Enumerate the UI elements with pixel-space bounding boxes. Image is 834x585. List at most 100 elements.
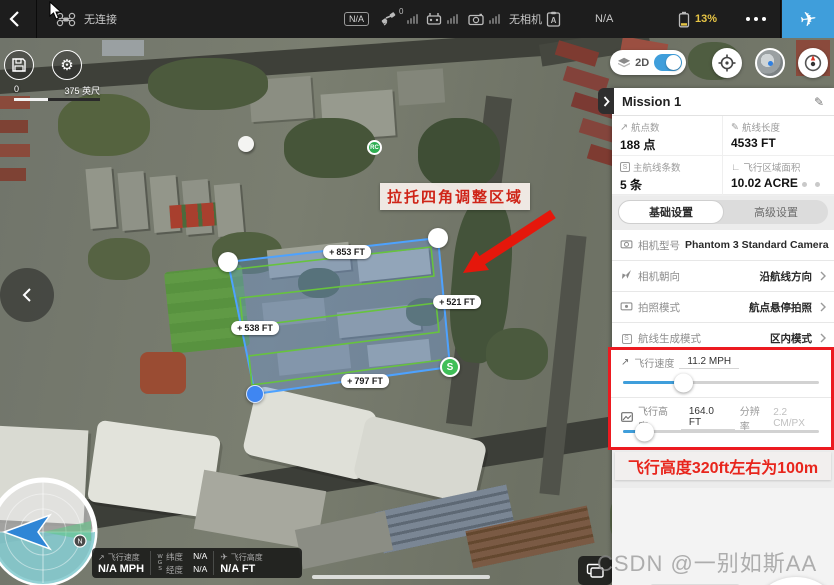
map-feature (0, 168, 26, 181)
locate-button[interactable] (712, 48, 742, 78)
row-camera-model[interactable]: 相机型号 Phantom 3 Standard Camera (612, 230, 834, 261)
map-feature (298, 268, 340, 298)
corner-handle-top-left[interactable] (218, 252, 238, 272)
mission-title: Mission 1 (622, 94, 814, 109)
altitude-slider[interactable] (623, 430, 819, 433)
speed-icon: ↗ (98, 553, 105, 562)
telemetry-bar: ↗飞行速度 N/A MPH WGS 纬度N/A 经度N/A ✈飞行高度 N/A … (92, 548, 302, 578)
mission-panel: Mission 1 ✎ ↗航点数 188 点 ✎航线长度 4533 FT S主航… (612, 88, 834, 585)
start-point-marker[interactable]: S (440, 357, 460, 377)
flight-altitude-row: 飞行高度 164.0 FT 分辨率 2.2 CM/PX (611, 398, 831, 446)
serpentine-icon: S (620, 162, 630, 172)
corner-handle-top-right[interactable] (428, 228, 448, 248)
row-camera-heading[interactable]: 相机朝向 沿航线方向 (612, 261, 834, 292)
telemetry-altitude: ✈飞行高度 N/A FT (214, 548, 269, 578)
resolution-label: 分辨率 (740, 403, 768, 433)
home-indicator[interactable] (312, 575, 490, 579)
corner-handle-bottom-left[interactable] (246, 385, 264, 403)
map-feature (85, 167, 116, 229)
rc-location-marker: RC (367, 140, 382, 155)
2d-label: 2D (635, 57, 649, 69)
chevron-left-icon (22, 287, 32, 303)
altitude-slider-thumb[interactable] (635, 422, 654, 441)
rc-signal (426, 0, 458, 38)
toggle-knob (666, 55, 681, 70)
annotation-hint: 拉托四角调整区域 (380, 183, 530, 210)
connection-status-label: 无连接 (84, 11, 117, 27)
flight-speed-row: ↗ 飞行速度 11.2 MPH (611, 350, 831, 398)
map-scale-bar: 0375 英尺 (14, 84, 100, 101)
map-feature (284, 118, 376, 178)
satellite-count: 0 (399, 7, 403, 16)
chevron-right-icon (603, 96, 610, 107)
edit-mission-button[interactable]: ✎ (814, 95, 824, 109)
stat-main-lines: S主航线条数 5 条 (612, 156, 723, 196)
chevron-left-icon (8, 10, 20, 28)
map-feature (102, 40, 144, 56)
remote-controller-icon (426, 12, 442, 26)
altitude-plane-icon: ✈ (220, 552, 228, 563)
map-feature (539, 235, 586, 496)
aircraft-connection-status: 无连接 (56, 0, 117, 38)
route-length-icon: ✎ (731, 122, 739, 133)
capture-mode-icon (620, 301, 633, 311)
heading-arrow-icon (621, 269, 632, 280)
map-feature (214, 183, 244, 237)
airplane-icon: ✈ (798, 5, 818, 32)
2d-toggle-switch[interactable] (654, 54, 682, 71)
map-feature (367, 339, 431, 367)
crosshair-icon (718, 54, 736, 72)
camera-status-label: 无相机 (509, 11, 542, 27)
area-icon: ∟ (731, 162, 740, 173)
minimap-button[interactable] (755, 48, 785, 78)
speed-slider-thumb[interactable] (674, 373, 693, 392)
back-button[interactable] (8, 0, 20, 38)
map-feature (418, 118, 500, 190)
satellite-icon (381, 11, 397, 27)
compass-button[interactable] (798, 48, 828, 78)
collapse-left-drawer-button[interactable] (0, 268, 54, 322)
battery-percent: 13% (695, 13, 717, 25)
scale-start: 0 (14, 84, 19, 97)
more-menu-button[interactable] (746, 0, 766, 38)
battery-status[interactable]: 13% (678, 0, 717, 38)
mouse-cursor (49, 1, 62, 20)
settings-rows: 相机型号 Phantom 3 Standard Camera 相机朝向 沿航线方… (612, 230, 834, 354)
edge-label-bottom[interactable]: +797 FT (341, 374, 389, 388)
map-feature (397, 68, 445, 105)
checklist-icon: A (546, 11, 561, 27)
map-feature (164, 264, 250, 354)
flight-speed-label: 飞行速度 (634, 355, 674, 370)
row-capture-mode[interactable]: 拍照模式 航点悬停拍照 (612, 292, 834, 323)
map-feature (486, 328, 548, 380)
save-mission-button[interactable] (4, 50, 34, 80)
edge-label-left[interactable]: +538 FT (231, 321, 279, 335)
collapse-panel-button[interactable] (598, 88, 614, 114)
tab-basic-settings[interactable]: 基础设置 (618, 200, 724, 224)
ellipsis-icon (746, 17, 766, 21)
checklist-status[interactable]: A N/A (546, 0, 613, 38)
stat-waypoints: ↗航点数 188 点 (612, 116, 723, 156)
stats-page-dots[interactable] (802, 182, 820, 187)
flight-altitude-value[interactable]: 164.0 FT (681, 406, 735, 430)
takeoff-button[interactable]: ✈ (782, 0, 834, 38)
tab-advanced-settings[interactable]: 高级设置 (724, 200, 828, 224)
mission-settings-button[interactable]: ⚙ (52, 50, 82, 80)
compass-needle-icon (804, 54, 822, 72)
map-feature (148, 58, 268, 110)
chevron-right-icon (820, 333, 826, 343)
flight-speed-value[interactable]: 11.2 MPH (679, 356, 739, 369)
satellite-signal: 0 (381, 0, 418, 38)
map-2d-toggle[interactable]: 2D (610, 50, 686, 75)
stat-route-length: ✎航线长度 4533 FT (723, 116, 834, 156)
speed-slider[interactable] (623, 381, 819, 384)
slider-section-highlight: ↗ 飞行速度 11.2 MPH 飞行高度 164.0 FT 分辨率 2.2 CM… (608, 347, 834, 450)
watermark-text: CSDN @一别如斯AA (597, 546, 817, 578)
waypoint-icon: ↗ (620, 122, 628, 133)
edge-label-right[interactable]: +521 FT (433, 295, 481, 309)
nudge-dpad[interactable] (748, 577, 834, 585)
map-feature (0, 144, 30, 157)
gps-signal-bars (407, 14, 418, 24)
edge-label-top[interactable]: +853 FT (323, 245, 371, 259)
wgs-label: WGS (157, 554, 163, 572)
